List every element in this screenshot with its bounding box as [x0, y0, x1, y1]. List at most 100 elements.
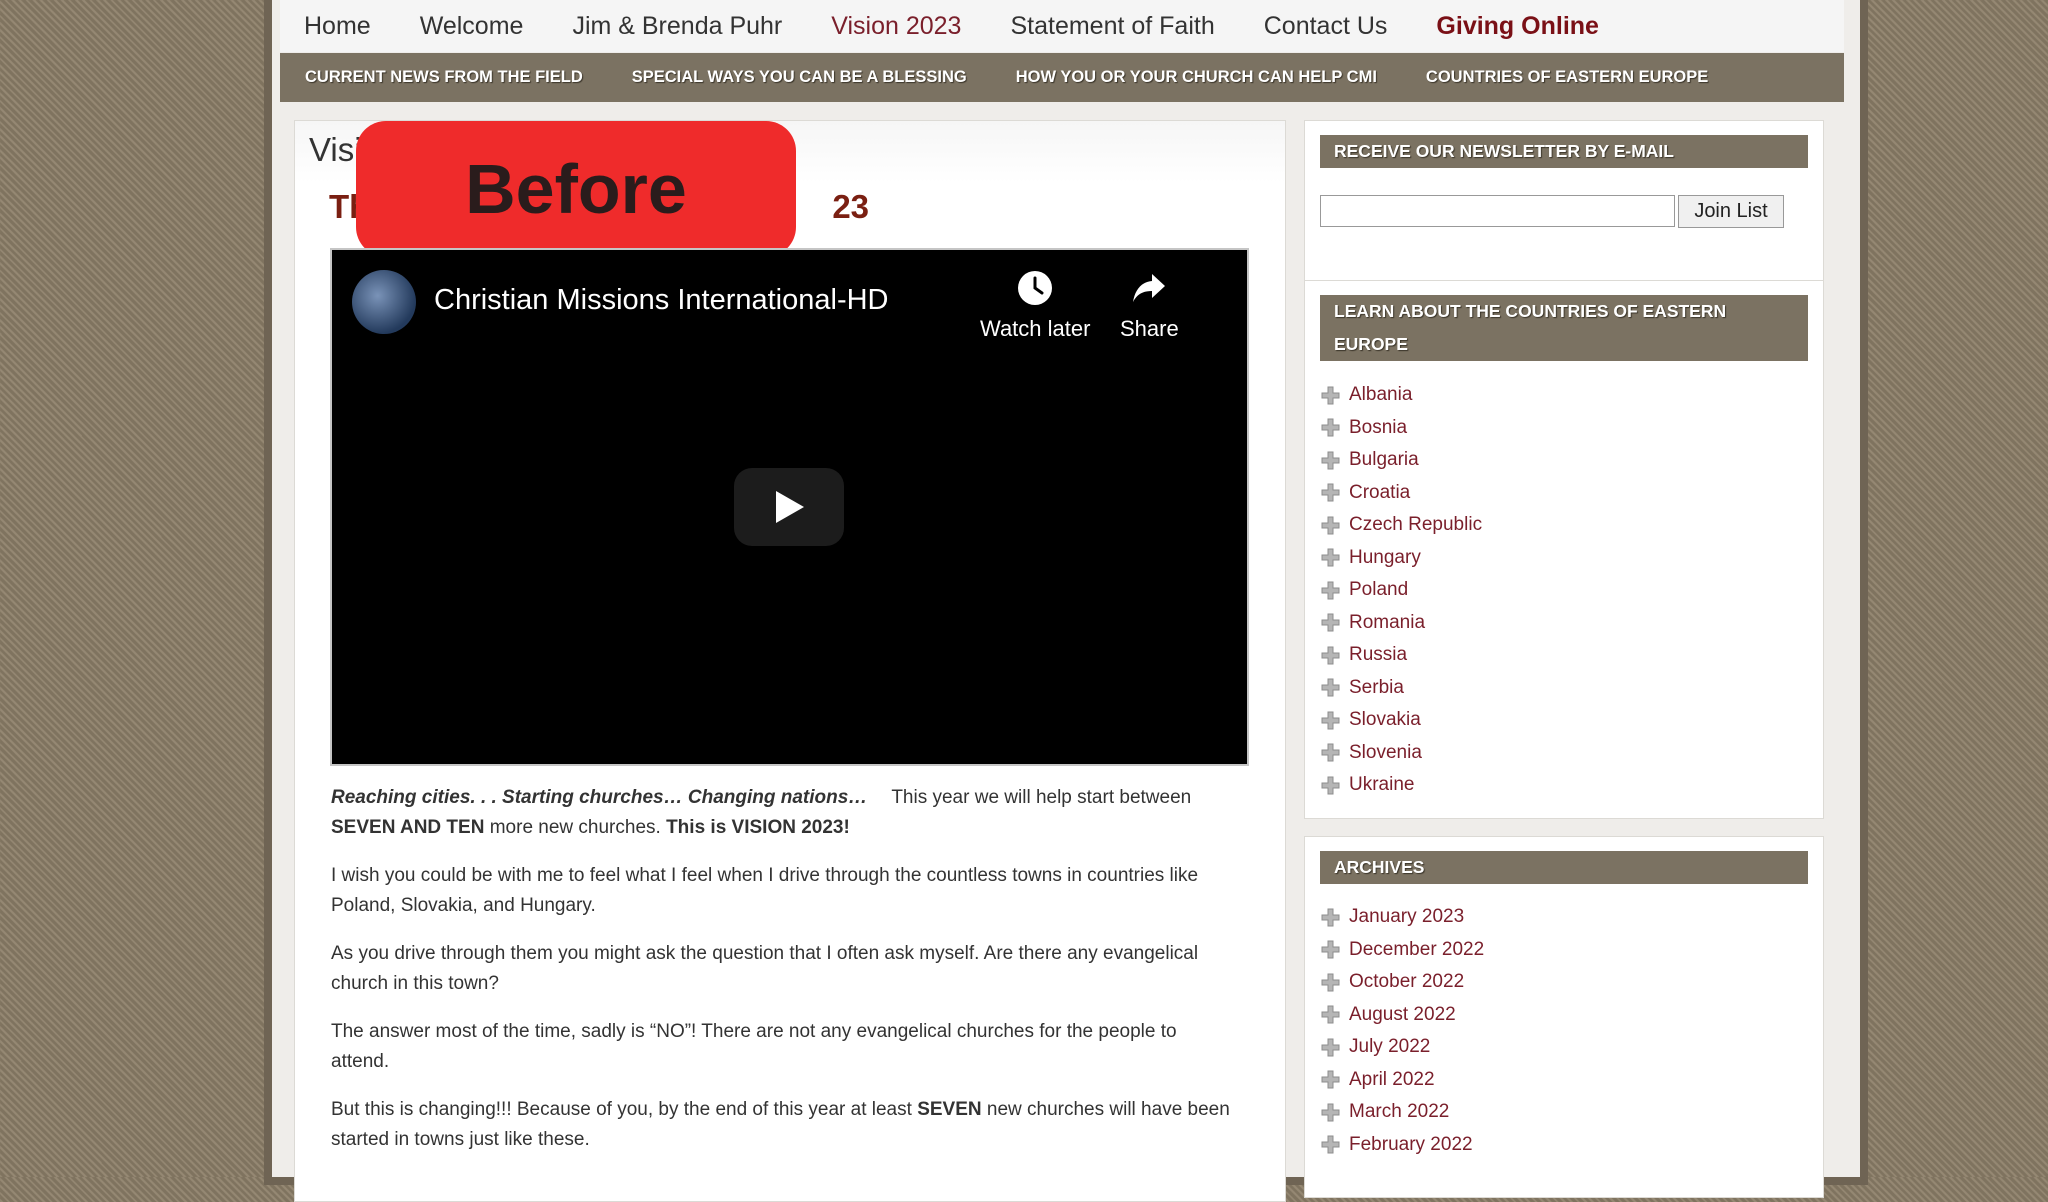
plus-bullet-icon: [1321, 940, 1340, 959]
country-link[interactable]: Czech Republic: [1349, 514, 1482, 536]
country-item[interactable]: Czech Republic: [1321, 509, 1482, 542]
country-link[interactable]: Slovenia: [1349, 742, 1422, 764]
share-icon: [1133, 274, 1166, 302]
archive-link[interactable]: February 2022: [1349, 1134, 1473, 1156]
country-link[interactable]: Croatia: [1349, 482, 1410, 504]
play-icon: [776, 491, 804, 523]
nav-welcome[interactable]: Welcome: [420, 12, 524, 41]
nav-jim-brenda-puhr[interactable]: Jim & Brenda Puhr: [572, 12, 782, 41]
archive-item[interactable]: December 2022: [1321, 934, 1484, 967]
plus-bullet-icon: [1321, 1135, 1340, 1154]
archives-widget: ARCHIVES January 2023 December 2022 Octobe…: [1304, 836, 1824, 1198]
before-badge: Before: [356, 121, 796, 257]
newsletter-email-input[interactable]: [1320, 195, 1675, 227]
watch-later-label: Watch later: [980, 316, 1091, 341]
watch-later-button[interactable]: Watch later: [980, 270, 1090, 342]
plus-bullet-icon: [1321, 613, 1340, 632]
article-paragraph-1: Reaching cities. . . Starting churches… …: [331, 787, 1192, 838]
article-tagline: Reaching cities. . . Starting churches… …: [331, 787, 868, 808]
archive-item[interactable]: April 2022: [1321, 1064, 1484, 1097]
archive-item[interactable]: March 2022: [1321, 1096, 1484, 1129]
archive-link[interactable]: July 2022: [1349, 1036, 1430, 1058]
country-item[interactable]: Slovakia: [1321, 704, 1482, 737]
country-item[interactable]: Romania: [1321, 607, 1482, 640]
newsletter-title: RECEIVE OUR NEWSLETTER BY E-MAIL: [1320, 135, 1808, 168]
plus-bullet-icon: [1321, 743, 1340, 762]
archive-link[interactable]: April 2022: [1349, 1069, 1435, 1091]
nav-contact-us[interactable]: Contact Us: [1264, 12, 1388, 41]
countries-widget: LEARN ABOUT THE COUNTRIES OF EASTERN EUR…: [1304, 280, 1824, 819]
article-paragraph-3: As you drive through them you might ask …: [331, 943, 1199, 994]
article-paragraph-2: I wish you could be with me to feel what…: [331, 865, 1199, 916]
plus-bullet-icon: [1321, 451, 1340, 470]
plus-bullet-icon: [1321, 973, 1340, 992]
nav-giving-online[interactable]: Giving Online: [1436, 12, 1599, 41]
channel-avatar[interactable]: [352, 270, 416, 334]
archive-link[interactable]: December 2022: [1349, 939, 1484, 961]
join-list-button[interactable]: Join List: [1678, 195, 1784, 228]
archive-link[interactable]: August 2022: [1349, 1004, 1456, 1026]
article-paragraph-5: But this is changing!!! Because of you, …: [331, 1099, 1230, 1150]
plus-bullet-icon: [1321, 1070, 1340, 1089]
country-item[interactable]: Serbia: [1321, 672, 1482, 705]
plus-bullet-icon: [1321, 516, 1340, 535]
archive-link[interactable]: March 2022: [1349, 1101, 1449, 1123]
country-item[interactable]: Bosnia: [1321, 412, 1482, 445]
country-item[interactable]: Slovenia: [1321, 737, 1482, 770]
archive-item[interactable]: January 2023: [1321, 901, 1484, 934]
plus-bullet-icon: [1321, 548, 1340, 567]
article-body: Reaching cities. . . Starting churches… …: [331, 783, 1231, 1173]
country-link[interactable]: Ukraine: [1349, 774, 1414, 796]
country-item[interactable]: Croatia: [1321, 477, 1482, 510]
country-item[interactable]: Hungary: [1321, 542, 1482, 575]
share-button[interactable]: Share: [1120, 270, 1179, 342]
country-link[interactable]: Bulgaria: [1349, 449, 1419, 471]
plus-bullet-icon: [1321, 1038, 1340, 1057]
plus-bullet-icon: [1321, 711, 1340, 730]
plus-bullet-icon: [1321, 908, 1340, 927]
archive-item[interactable]: July 2022: [1321, 1031, 1484, 1064]
subnav-current-news[interactable]: CURRENT NEWS FROM THE FIELD: [305, 68, 583, 87]
country-link[interactable]: Russia: [1349, 644, 1407, 666]
country-item[interactable]: Ukraine: [1321, 769, 1482, 802]
country-link[interactable]: Slovakia: [1349, 709, 1421, 731]
page-container: Home Welcome Jim & Brenda Puhr Vision 20…: [272, 0, 1860, 1202]
video-player[interactable]: Christian Missions International-HD Watc…: [330, 248, 1249, 766]
article-paragraph-4: The answer most of the time, sadly is “N…: [331, 1021, 1177, 1072]
country-link[interactable]: Serbia: [1349, 677, 1404, 699]
nav-statement-of-faith[interactable]: Statement of Faith: [1010, 12, 1214, 41]
country-item[interactable]: Albania: [1321, 379, 1482, 412]
archive-item[interactable]: October 2022: [1321, 966, 1484, 999]
share-label: Share: [1120, 316, 1179, 341]
country-item[interactable]: Bulgaria: [1321, 444, 1482, 477]
country-link[interactable]: Albania: [1349, 384, 1412, 406]
country-item[interactable]: Poland: [1321, 574, 1482, 607]
clock-icon: [1018, 271, 1053, 305]
plus-bullet-icon: [1321, 1103, 1340, 1122]
page-title: Visi: [309, 131, 362, 168]
archive-link[interactable]: January 2023: [1349, 906, 1464, 928]
archive-item[interactable]: February 2022: [1321, 1129, 1484, 1162]
archive-link[interactable]: October 2022: [1349, 971, 1464, 993]
country-link[interactable]: Bosnia: [1349, 417, 1407, 439]
play-button[interactable]: [734, 468, 844, 546]
nav-home[interactable]: Home: [304, 12, 371, 41]
country-link[interactable]: Poland: [1349, 579, 1408, 601]
plus-bullet-icon: [1321, 483, 1340, 502]
country-item[interactable]: Russia: [1321, 639, 1482, 672]
country-list: Albania Bosnia Bulgaria Croatia Czech Republ…: [1321, 379, 1482, 802]
main-navigation: Home Welcome Jim & Brenda Puhr Vision 20…: [280, 0, 1844, 52]
subnav-special-ways[interactable]: SPECIAL WAYS YOU CAN BE A BLESSING: [632, 68, 967, 87]
country-link[interactable]: Romania: [1349, 612, 1425, 634]
plus-bullet-icon: [1321, 386, 1340, 405]
archive-list: January 2023 December 2022 October 2022 Aug…: [1321, 901, 1484, 1161]
archive-item[interactable]: August 2022: [1321, 999, 1484, 1032]
subnav-countries[interactable]: COUNTRIES OF EASTERN EUROPE: [1426, 68, 1708, 87]
country-link[interactable]: Hungary: [1349, 547, 1421, 569]
archives-title: ARCHIVES: [1320, 851, 1808, 884]
plus-bullet-icon: [1321, 776, 1340, 795]
post-title-end: 23: [832, 188, 870, 225]
subnav-how-to-help[interactable]: HOW YOU OR YOUR CHURCH CAN HELP CMI: [1016, 68, 1377, 87]
nav-vision-2023[interactable]: Vision 2023: [831, 12, 961, 41]
video-title[interactable]: Christian Missions International-HD: [434, 284, 889, 317]
